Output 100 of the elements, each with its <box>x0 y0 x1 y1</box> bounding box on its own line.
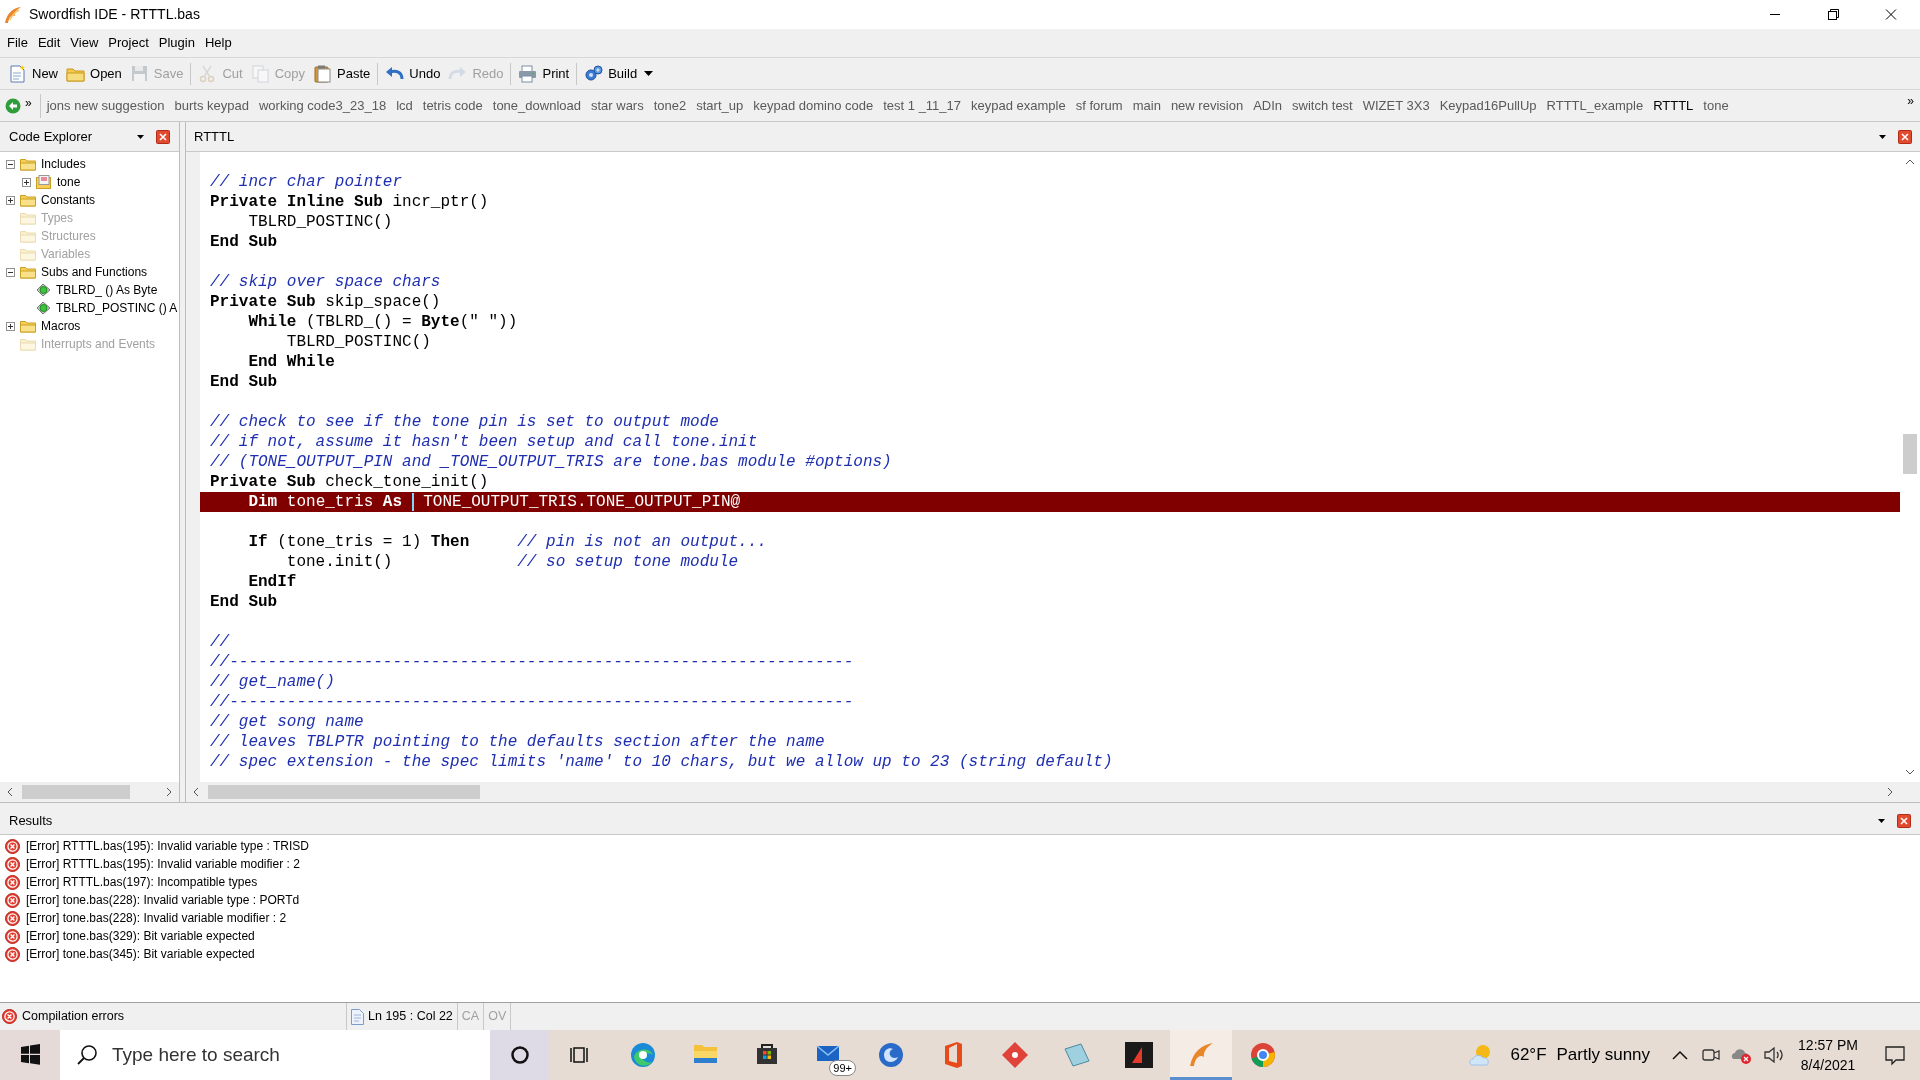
dropdown-arrow-icon[interactable] <box>1878 818 1885 823</box>
code-line: // get song name <box>209 712 365 732</box>
file-tab[interactable]: switch test <box>1292 95 1353 116</box>
code-line: // if not, assume it hasn't been setup and call tone.init <box>209 432 759 452</box>
code-line: Private Sub skip_space() <box>209 292 442 312</box>
code-line: //----------------------------------------------------------------- <box>209 652 855 672</box>
clipboard-icon <box>313 64 333 83</box>
file-tab[interactable]: main <box>1132 95 1161 116</box>
code-line: // leaves TBLPTR pointing to the defaults section after the name <box>209 732 826 752</box>
toolbar-button[interactable]: New <box>4 60 62 87</box>
file-tab[interactable]: burts keypad <box>174 95 249 116</box>
scrollbar-thumb[interactable] <box>1903 434 1917 474</box>
dropdown-arrow-icon[interactable] <box>137 134 144 139</box>
folder-icon <box>20 211 36 225</box>
file-tab[interactable]: star wars <box>590 95 644 116</box>
speaker-icon[interactable] <box>1762 1044 1785 1066</box>
tree-item[interactable]: TBLRD_ () As Byte <box>56 281 158 299</box>
code-line: EndIf <box>247 572 298 592</box>
error-message[interactable]: [Error] RTTTL.bas(195): Invalid variable type : TRISD <box>26 837 309 855</box>
toolbar-button[interactable]: Undo <box>381 60 445 87</box>
clock-time[interactable]: 12:57 PM <box>1798 1035 1858 1055</box>
menu-item[interactable]: View <box>65 31 104 55</box>
file-tab[interactable]: tetris code <box>422 95 483 116</box>
menu-item[interactable]: Edit <box>32 31 66 55</box>
tree-item[interactable]: Subs and Functions <box>41 263 148 281</box>
folder-icon <box>20 229 36 243</box>
file-tab[interactable]: tone2 <box>653 95 687 116</box>
error-message[interactable]: [Error] tone.bas(345): Bit variable expected <box>26 945 255 963</box>
expand-icon[interactable] <box>6 321 15 331</box>
file-tab[interactable]: new revision <box>1170 95 1244 116</box>
error-message[interactable]: [Error] tone.bas(228): Invalid variable type : PORTd <box>26 891 300 909</box>
window-title: Swordfish IDE - RTTTL.bas <box>29 5 200 24</box>
collapse-icon[interactable] <box>6 267 15 277</box>
panel-title: Results <box>9 811 54 830</box>
file-tab[interactable]: WIZET 3X3 <box>1362 95 1430 116</box>
toolbar-button[interactable]: Open <box>62 60 126 87</box>
file-tab[interactable]: jons new suggestion <box>46 95 165 116</box>
code-line: // get_name() <box>209 672 336 692</box>
collapse-icon[interactable] <box>6 159 15 169</box>
dropdown-arrow-icon <box>644 70 654 77</box>
overflow-chevron[interactable]: » <box>1907 92 1914 110</box>
scrollbar-thumb[interactable] <box>22 785 130 799</box>
code-line: // incr char pointer <box>209 172 404 192</box>
error-icon <box>5 838 20 854</box>
expand-icon[interactable] <box>6 195 15 205</box>
close-icon[interactable] <box>1897 813 1911 828</box>
gears-icon <box>584 64 604 83</box>
windows-start-icon[interactable] <box>0 1030 60 1080</box>
error-icon <box>2 1009 17 1024</box>
file-tab[interactable]: keypad domino code <box>753 95 874 116</box>
code-line: End While <box>247 352 336 372</box>
code-line: Private Inline Sub incr_ptr() <box>209 192 490 212</box>
toolbar-button[interactable]: Build <box>580 60 658 87</box>
folder-icon <box>20 193 36 207</box>
menu-item[interactable]: File <box>2 31 33 55</box>
error-message[interactable]: [Error] tone.bas(228): Invalid variable modifier : 2 <box>26 909 287 927</box>
menu-item[interactable]: Project <box>103 31 154 55</box>
tree-item[interactable]: Includes <box>41 155 86 173</box>
expand-icon[interactable] <box>22 177 31 187</box>
error-icon <box>5 928 20 944</box>
dropdown-arrow-icon[interactable] <box>1879 134 1886 139</box>
error-message[interactable]: [Error] RTTTL.bas(195): Invalid variable modifier : 2 <box>26 855 300 873</box>
error-icon <box>5 874 20 890</box>
toolbar-button[interactable]: Paste <box>309 60 375 87</box>
editor-tab[interactable]: RTTTL <box>194 126 1879 147</box>
tree-item[interactable]: Constants <box>41 191 96 209</box>
file-tab[interactable]: start_up <box>696 95 744 116</box>
file-tab[interactable]: working code3_23_18 <box>258 95 387 116</box>
file-tab[interactable]: ADIn <box>1253 95 1283 116</box>
folder-icon <box>20 157 36 171</box>
weather-condition[interactable]: Partly sunny <box>1556 1042 1651 1068</box>
folder-icon <box>20 247 36 261</box>
close-icon[interactable] <box>156 129 170 144</box>
search-field[interactable]: Type here to search <box>60 1030 490 1080</box>
clock-date[interactable]: 8/4/2021 <box>1800 1055 1856 1075</box>
file-tab[interactable]: lcd <box>396 95 413 116</box>
file-tab[interactable]: Keypad16PullUp <box>1439 95 1537 116</box>
tree-item[interactable]: Macros <box>41 317 81 335</box>
close-icon[interactable] <box>1898 129 1912 144</box>
menu-item[interactable]: Plugin <box>153 31 200 55</box>
file-tab[interactable]: tone <box>1703 95 1729 116</box>
overflow-chevron[interactable]: » <box>25 94 32 112</box>
cortana-icon[interactable] <box>490 1030 550 1080</box>
error-message[interactable]: [Error] tone.bas(329): Bit variable expected <box>26 927 255 945</box>
tree-item[interactable]: tone <box>57 173 81 191</box>
file-tab[interactable]: tone_download <box>492 95 581 116</box>
folder-icon <box>20 337 36 351</box>
code-line: If (tone_tris = 1) Then // pin is not an output... <box>247 532 768 552</box>
error-message[interactable]: [Error] RTTTL.bas(197): Incompatible types <box>26 873 258 891</box>
file-tab[interactable]: RTTTL <box>1653 95 1694 116</box>
weather-temperature[interactable]: 62°F <box>1510 1042 1547 1068</box>
menu-item[interactable]: Help <box>199 31 237 55</box>
scrollbar-thumb[interactable] <box>208 785 480 799</box>
file-tab[interactable]: sf forum <box>1075 95 1123 116</box>
file-tab[interactable]: RTTTL_example <box>1546 95 1644 116</box>
toolbar-button[interactable]: Print <box>514 60 574 87</box>
error-icon <box>5 910 20 926</box>
tree-item[interactable]: TBLRD_POSTINC () A <box>56 299 178 317</box>
file-tab[interactable]: keypad example <box>971 95 1066 116</box>
file-tab[interactable]: test 1 _11_17 <box>883 95 962 116</box>
